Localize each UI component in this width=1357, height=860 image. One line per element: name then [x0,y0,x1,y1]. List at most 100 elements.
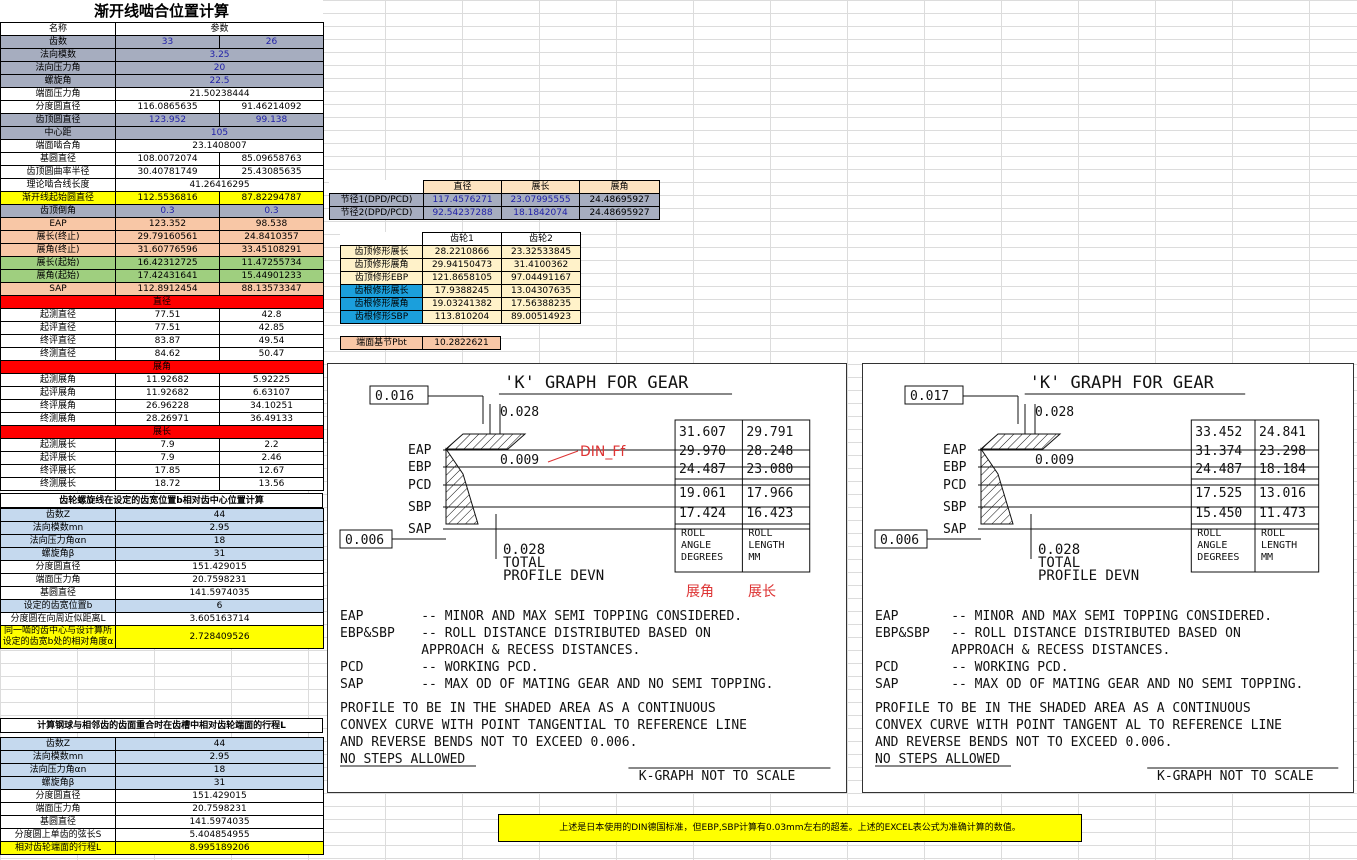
row-value: 23.1408007 [114,139,325,153]
table-row: 中心距 105 [0,126,325,140]
row-value: 3.605163714 [115,612,324,626]
row-value: 141.5974035 [115,586,324,600]
roll-length-caption: MM [748,552,760,563]
table-row: 齿数Z 44 [0,737,324,751]
row-label: 起评展长 [0,451,116,465]
row-value: 20.7598231 [115,573,324,587]
roll-angle-value: 15.450 [1195,506,1242,521]
row-value: 18 [115,763,324,777]
cn-angle-label: 展角 [686,584,714,600]
row-value-gear1: 29.79160561 [115,230,220,244]
pitch-diameter: 117.4576271 [423,193,502,207]
table-row: 螺旋角β 31 [0,547,324,561]
row-label: 齿数Z [0,508,116,522]
note-text: APPROACH & RECESS DISTANCES. [421,643,640,658]
table-row: 分度圆直径 116.0865635 91.46214092 [0,100,325,114]
table-row: SAP 112.8912454 88.13573347 [0,282,325,296]
note-text: -- MINOR AND MAX SEMI TOPPING CONSIDERED… [421,609,742,624]
row-value-gear2: 34.10251 [218,399,325,413]
table-row: EAP 123.352 98.538 [0,217,325,231]
row-value-gear2: 12.67 [218,464,325,478]
row-value: 6 [115,599,324,613]
pitch-angle: 24.48695927 [579,206,660,220]
row-value: 31 [115,547,324,561]
table-row: 终测展角 28.26971 36.49133 [0,412,325,426]
roll-angle-caption: ANGLE [1197,540,1227,551]
pitch-length: 23.07995555 [501,193,580,207]
row-label: 终评展长 [0,464,116,478]
profile-text: NO STEPS ALLOWED [875,752,1000,767]
row-label: 端面压力角 [0,573,116,587]
note-key: SAP [340,677,364,692]
row-value-gear2: 6.63107 [218,386,325,400]
table-row: 节径2(DPD/PCD) 92.54237288 18.1842074 24.4869… [329,206,660,220]
sheet-title: 渐开线啮合位置计算 [0,0,323,22]
row-label: 相对齿轮端面的行程L [0,841,116,855]
table-row: 展角(起始) 17.42431641 15.44901233 [0,269,325,283]
roll-angle-value: 31.607 [679,425,726,440]
row-value-gear1: 7.9 [115,438,220,452]
pitch-table: 直径 展长 展角 节径1(DPD/PCD) 117.4576271 23.07995555… [329,180,660,220]
note-text: -- MINOR AND MAX SEMI TOPPING CONSIDERED… [951,609,1272,624]
row-value-gear2: 36.49133 [218,412,325,426]
row-label: 分度圆直径 [0,560,116,574]
row-value-gear2: 42.85 [218,321,325,335]
tolerance-009: 0.009 [1035,453,1074,468]
scale-note: K-GRAPH NOT TO SCALE [639,769,796,784]
row-value-gear2: 0.3 [218,204,325,218]
roll-length-caption: ROLL [1261,528,1285,539]
mod-label: 齿根修形展长 [340,284,423,298]
row-label: 齿顶圆直径 [0,113,116,127]
row-label: 起测展长 [0,438,116,452]
row-value: 20 [114,61,325,75]
travel-section-title: 计算钢球与相邻齿的齿面重合时在齿槽中相对齿轮端面的行程L [0,718,323,733]
profile-text: PROFILE TO BE IN THE SHADED AREA AS A CO… [340,701,716,716]
row-value-gear2: 87.82294787 [218,191,325,205]
note-text: APPROACH & RECESS DISTANCES. [951,643,1170,658]
point-label: EAP [408,443,432,458]
table-row: 终测展长 18.72 13.56 [0,477,325,491]
cn-length-label: 展长 [748,584,776,600]
shaded-top-band [444,433,527,450]
tolerance-028: 0.028 [500,405,539,420]
roll-length-caption: LENGTH [1261,540,1297,551]
row-value-gear1: 108.0072074 [115,152,220,166]
row-label: 展长(终止) [0,230,116,244]
roll-angle-value: 19.061 [679,486,726,501]
pitch-header: 直径 [423,180,502,194]
note-text: -- MAX OD OF MATING GEAR AND NO SEMI TOP… [951,677,1303,692]
row-value: 3.25 [114,48,325,62]
row-label: 理论啮合线长度 [0,178,116,192]
table-row: 起测展角 11.92682 5.92225 [0,373,325,387]
row-value: 141.5974035 [115,815,324,829]
mod-gear1: 121.8658105 [422,271,502,285]
row-value: 41.26416295 [114,178,325,192]
point-label: EBP [408,460,432,475]
point-label: SBP [943,500,967,515]
table-row: 齿顶修形展长 28.2210866 23.32533845 [340,245,581,259]
din-ff-leader [547,450,579,463]
tolerance-bottom: 0.006 [880,533,919,548]
roll-length-value: 13.016 [1259,486,1306,501]
table-row: 终测直径 84.62 50.47 [0,347,325,361]
table-row: 端面压力角 20.7598231 [0,802,324,816]
pbt-table: 端面基节Pbt 10.2822621 [340,336,501,350]
row-value: 105 [114,126,325,140]
section-header: 直径 [0,295,325,309]
roll-length-value: 24.841 [1259,425,1306,440]
row-value-gear1: 112.8912454 [115,282,220,296]
mod-gear2: 97.04491167 [501,271,581,285]
roll-angle-value: 17.424 [679,506,726,521]
row-label: 齿数 [0,35,116,49]
profile-text: NO STEPS ALLOWED [340,752,465,767]
row-value: 5.404854955 [115,828,324,842]
mod-gear2: 17.56388235 [501,297,581,311]
row-label: 同一啮的齿中心与设计算所设定的齿宽b处的相对角度α [0,625,116,649]
row-label: 中心距 [0,126,116,140]
roll-length-value: 16.423 [746,506,793,521]
table-row: 相对齿轮端面的行程L 8.995189206 [0,841,324,855]
row-value-gear2: 88.13573347 [218,282,325,296]
row-label: 法向模数mn [0,750,116,764]
table-row: 齿数 33 26 [0,35,325,49]
note-key: EBP&SBP [875,626,930,641]
